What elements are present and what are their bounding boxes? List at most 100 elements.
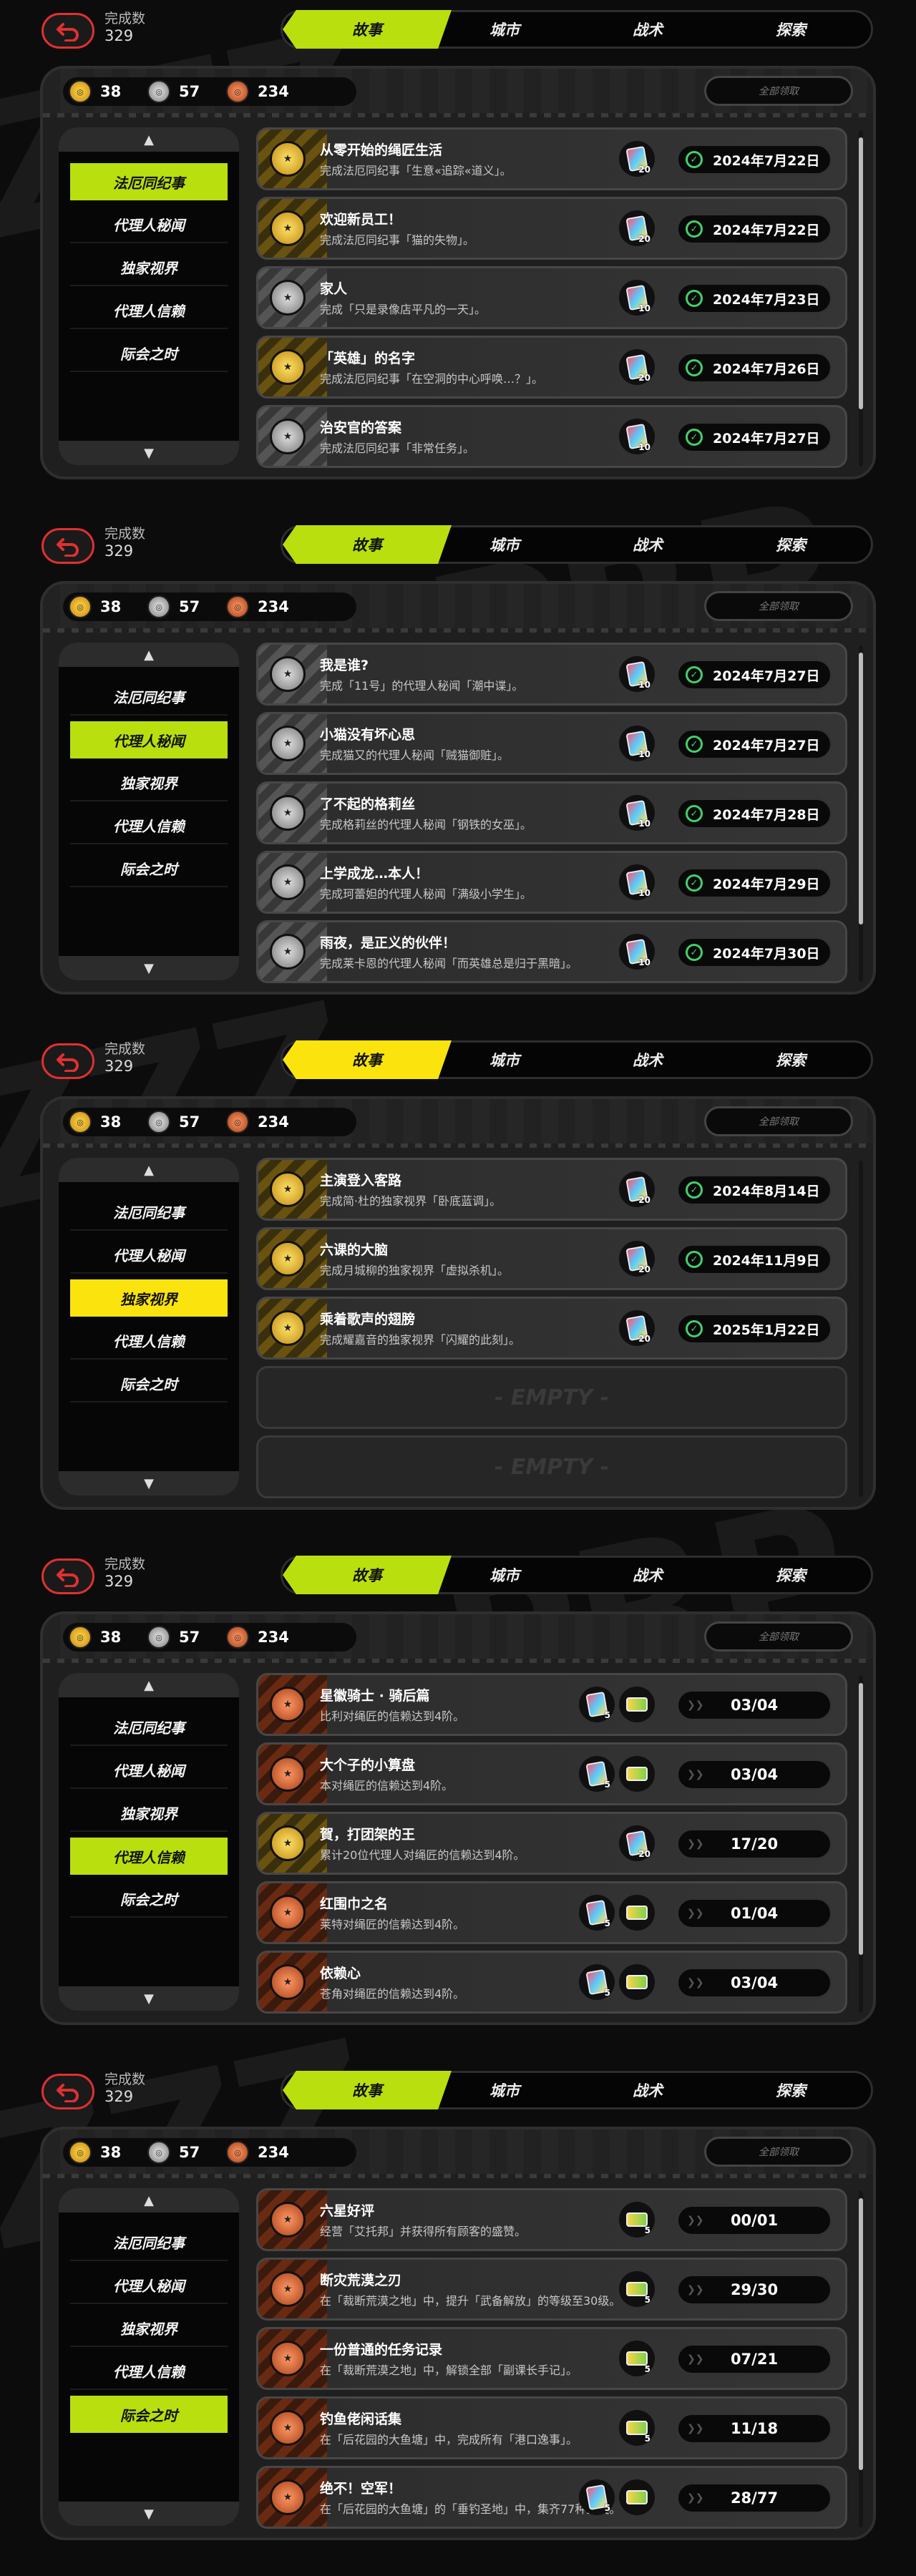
list-item[interactable]: ★ 上学成龙…本人！ 完成珂蕾妲的代理人秘闻「满级小学生」。 10 ✓ 2024年7月… [256, 851, 847, 914]
back-button[interactable] [42, 528, 94, 564]
reward-ticket-icon[interactable] [619, 1756, 655, 1792]
reward-card-icon[interactable]: 5 [579, 2479, 615, 2515]
list-item[interactable]: ★ 家人 完成「只是录像店平凡的一天」。 10 ✓ 2024年7月23日 [256, 266, 847, 329]
reward-card-icon[interactable]: 5 [579, 1756, 615, 1792]
tab-tactics[interactable]: 战术 [583, 10, 712, 49]
sidebar-item-4[interactable]: 际会之时 [70, 1880, 228, 1918]
list-scrollbar[interactable] [859, 130, 863, 467]
reward-ticket-icon[interactable]: 5 [619, 2271, 655, 2307]
list-item[interactable]: ★ 从零开始的绳匠生活 完成法厄同纪事「生意«追踪«道义」。 20 ✓ 2024年7月… [256, 127, 847, 190]
reward-card-icon[interactable]: 10 [619, 656, 655, 692]
tab-city[interactable]: 城市 [440, 1040, 569, 1079]
list-item[interactable]: ★ 我是谁? 完成「11号」的代理人秘闻「潮中谍」。 10 ✓ 2024年7月27日 [256, 643, 847, 706]
sidebar-item-4[interactable]: 际会之时 [70, 1365, 228, 1402]
tab-city[interactable]: 城市 [440, 1556, 569, 1594]
tab-explore[interactable]: 探索 [726, 2071, 855, 2109]
scrollbar-thumb[interactable] [859, 1683, 863, 1955]
list-scrollbar[interactable] [859, 645, 863, 982]
sidebar-item-2[interactable]: 独家视界 [70, 249, 228, 286]
list-item[interactable]: ★ 星徽骑士 · 骑后篇 比利对绳匠的信赖达到4阶。 5 ❯❯ 03/04 [256, 1673, 847, 1736]
reward-card-icon[interactable]: 5 [579, 1895, 615, 1931]
back-button[interactable] [42, 1558, 94, 1594]
sidebar-item-0[interactable]: 法厄同纪事 [70, 1194, 228, 1231]
list-item[interactable]: ★ 治安官的答案 完成法厄同纪事「非常任务」。 10 ✓ 2024年7月27日 [256, 405, 847, 468]
list-scrollbar[interactable] [859, 2191, 863, 2527]
sidebar-item-4[interactable]: 际会之时 [70, 2396, 228, 2433]
sidebar-item-4[interactable]: 际会之时 [70, 850, 228, 887]
tab-explore[interactable]: 探索 [726, 1556, 855, 1594]
list-item[interactable]: ★ 了不起的格莉丝 完成格莉丝的代理人秘闻「钢铁的女巫」。 10 ✓ 2024年7月2… [256, 781, 847, 844]
sidebar-scroll-down-icon[interactable]: ▼ [59, 956, 239, 980]
reward-card-icon[interactable]: 20 [619, 141, 655, 177]
sidebar-scroll-down-icon[interactable]: ▼ [59, 441, 239, 465]
list-item[interactable]: ★ 欢迎新员工！ 完成法厄同纪事「猫的失物」。 20 ✓ 2024年7月22日 [256, 197, 847, 260]
sidebar-scroll-down-icon[interactable]: ▼ [59, 2502, 239, 2526]
reward-card-icon[interactable]: 10 [619, 726, 655, 761]
sidebar-item-0[interactable]: 法厄同纪事 [70, 678, 228, 716]
tab-story[interactable]: 故事 [283, 2071, 452, 2109]
reward-card-icon[interactable]: 10 [619, 934, 655, 970]
sidebar-scroll-down-icon[interactable]: ▼ [59, 1986, 239, 2011]
tab-story[interactable]: 故事 [283, 1040, 452, 1079]
list-scrollbar[interactable] [859, 1676, 863, 2012]
sidebar-scroll-up-icon[interactable]: ▲ [59, 643, 239, 667]
reward-ticket-icon[interactable]: 5 [619, 2341, 655, 2376]
sidebar-scroll-up-icon[interactable]: ▲ [59, 1673, 239, 1697]
scrollbar-thumb[interactable] [859, 137, 863, 409]
scrollbar-thumb[interactable] [859, 653, 863, 924]
reward-card-icon[interactable]: 5 [579, 1964, 615, 2000]
reward-ticket-icon[interactable] [619, 1964, 655, 2000]
list-item[interactable]: ★ 賀，打团架的王 累计20位代理人对绳匠的信赖达到4阶。 20 ❯❯ 17/20 [256, 1812, 847, 1875]
list-item[interactable]: ★ 雨夜，是正义的伙伴！ 完成莱卡恩的代理人秘闻「而英雄总是归于黑暗」。 10 ✓ 2… [256, 920, 847, 983]
sidebar-item-1[interactable]: 代理人秘闻 [70, 1236, 228, 1274]
scrollbar-thumb[interactable] [859, 2198, 863, 2470]
reward-card-icon[interactable]: 10 [619, 419, 655, 454]
tab-story[interactable]: 故事 [283, 1556, 452, 1594]
sidebar-scroll-down-icon[interactable]: ▼ [59, 1471, 239, 1496]
reward-card-icon[interactable]: 10 [619, 864, 655, 900]
list-item[interactable]: ★ 依赖心 苍角对绳匠的信赖达到4阶。 5 ❯❯ 03/04 [256, 1951, 847, 2014]
list-item[interactable]: ★ 六课的大脑 完成月城柳的独家视界「虚拟杀机」。 20 ✓ 2024年11月9日 [256, 1227, 847, 1290]
tab-city[interactable]: 城市 [440, 2071, 569, 2109]
list-item[interactable]: ★ 红围巾之名 莱特对绳匠的信赖达到4阶。 5 ❯❯ 01/04 [256, 1881, 847, 1944]
sidebar-scroll-up-icon[interactable]: ▲ [59, 2188, 239, 2212]
sidebar-item-3[interactable]: 代理人信赖 [70, 1322, 228, 1360]
tab-city[interactable]: 城市 [440, 525, 569, 564]
back-button[interactable] [42, 2074, 94, 2109]
reward-card-icon[interactable]: 10 [619, 280, 655, 316]
list-item[interactable]: ★ 六星好评 经营「艾托邦」并获得所有顾客的盛赞。 5 ❯❯ 00/01 [256, 2188, 847, 2251]
sidebar-item-2[interactable]: 独家视界 [70, 1279, 228, 1317]
list-item[interactable]: ★ 主演登入客路 完成简·杜的独家视界「卧底蓝调」。 20 ✓ 2024年8月14日 [256, 1158, 847, 1221]
reward-ticket-icon[interactable]: 5 [619, 2410, 655, 2446]
sidebar-scroll-up-icon[interactable]: ▲ [59, 1158, 239, 1182]
sidebar-item-0[interactable]: 法厄同纪事 [70, 2224, 228, 2261]
tab-story[interactable]: 故事 [283, 10, 452, 49]
back-button[interactable] [42, 13, 94, 49]
claim-all-button[interactable]: 全部领取 [704, 1106, 853, 1136]
tab-tactics[interactable]: 战术 [583, 1556, 712, 1594]
sidebar-item-0[interactable]: 法厄同纪事 [70, 163, 228, 200]
list-item[interactable]: ★ 一份普通的任务记录 在「裁断荒漠之地」中，解锁全部「副课长手记」。 5 ❯❯ 07… [256, 2327, 847, 2390]
sidebar-item-3[interactable]: 代理人信赖 [70, 1838, 228, 1875]
list-item[interactable]: ★ 小猫没有坏心思 完成猫又的代理人秘闻「贼猫御赃」。 10 ✓ 2024年7月27日 [256, 712, 847, 775]
reward-card-icon[interactable]: 20 [619, 1310, 655, 1346]
sidebar-item-3[interactable]: 代理人信赖 [70, 2353, 228, 2390]
reward-ticket-icon[interactable] [619, 1895, 655, 1931]
claim-all-button[interactable]: 全部领取 [704, 591, 853, 621]
sidebar-item-4[interactable]: 际会之时 [70, 335, 228, 372]
tab-tactics[interactable]: 战术 [583, 1040, 712, 1079]
sidebar-scroll-up-icon[interactable]: ▲ [59, 127, 239, 152]
reward-ticket-icon[interactable] [619, 2479, 655, 2515]
tab-tactics[interactable]: 战术 [583, 525, 712, 564]
reward-card-icon[interactable]: 10 [619, 795, 655, 831]
reward-card-icon[interactable]: 20 [619, 1825, 655, 1861]
reward-card-icon[interactable]: 20 [619, 349, 655, 385]
tab-city[interactable]: 城市 [440, 10, 569, 49]
claim-all-button[interactable]: 全部领取 [704, 2137, 853, 2167]
sidebar-item-2[interactable]: 独家视界 [70, 1795, 228, 1832]
reward-ticket-icon[interactable]: 5 [619, 2202, 655, 2238]
list-item[interactable]: ★ 绝不！空军！ 在「后花园的大鱼塘」的「垂钓圣地」中，集齐77种鱼类。 5 ❯❯ 2… [256, 2466, 847, 2529]
reward-card-icon[interactable]: 5 [579, 1687, 615, 1722]
claim-all-button[interactable]: 全部领取 [704, 76, 853, 106]
sidebar-item-1[interactable]: 代理人秘闻 [70, 206, 228, 243]
